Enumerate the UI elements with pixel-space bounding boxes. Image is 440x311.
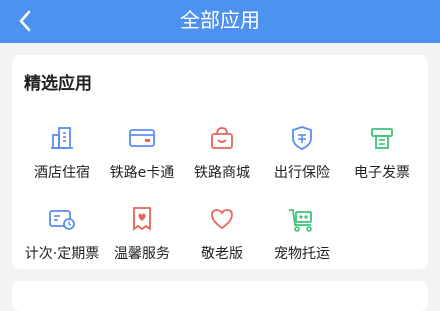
app-label: 温馨服务: [114, 246, 170, 262]
app-warm-service[interactable]: 温馨服务: [100, 204, 184, 264]
section-title: 精选应用: [24, 74, 92, 94]
app-hotel[interactable]: 酒店住宿: [20, 123, 104, 183]
app-label: 敬老版: [201, 246, 243, 262]
app-header: 全部应用: [0, 0, 440, 43]
app-railway-mall[interactable]: 铁路商城: [180, 123, 264, 183]
shop-basket-icon: [180, 123, 264, 153]
app-label: 计次·定期票: [24, 246, 100, 262]
insurance-shield-icon: [260, 123, 344, 153]
app-label: 铁路商城: [194, 165, 250, 181]
elder-heart-icon: [180, 204, 264, 234]
railway-card-icon: [100, 123, 184, 153]
featured-apps-card: 精选应用 酒店住宿 铁路e卡通 铁路商城 出行保险 电子发票 计次·定期票 温馨…: [12, 55, 428, 269]
warm-service-heart-icon: [100, 204, 184, 234]
next-section-card: [12, 281, 428, 311]
app-travel-insurance[interactable]: 出行保险: [260, 123, 344, 183]
app-e-invoice[interactable]: 电子发票: [340, 123, 424, 183]
app-label: 出行保险: [274, 165, 330, 181]
page-title: 全部应用: [180, 8, 260, 32]
app-pet-shipping[interactable]: 宠物托运: [260, 204, 344, 264]
app-elder-mode[interactable]: 敬老版: [180, 204, 264, 264]
app-timed-ticket[interactable]: 计次·定期票: [20, 204, 104, 264]
app-label: 宠物托运: [274, 246, 330, 262]
app-label: 酒店住宿: [34, 165, 90, 181]
app-label: 电子发票: [354, 165, 410, 181]
hotel-building-icon: [20, 123, 104, 153]
app-label: 铁路e卡通: [109, 165, 175, 181]
app-railway-card[interactable]: 铁路e卡通: [100, 123, 184, 183]
pet-cart-icon: [260, 204, 344, 234]
e-invoice-printer-icon: [340, 123, 424, 153]
timed-ticket-icon: [20, 204, 104, 234]
